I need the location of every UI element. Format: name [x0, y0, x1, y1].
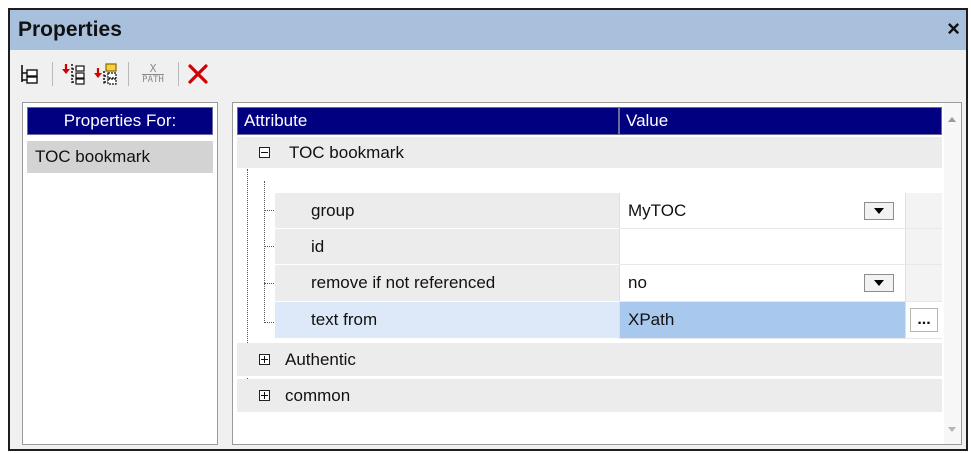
- title-bar: Properties ×: [10, 10, 966, 50]
- group-cell: common: [237, 379, 942, 413]
- group-label: common: [285, 385, 351, 405]
- property-row[interactable]: remove if not referenced no: [237, 265, 942, 302]
- xpath-icon[interactable]: X PATH: [134, 60, 172, 88]
- toolbar: X PATH: [10, 50, 966, 98]
- properties-window: Properties × X PATH Properties For: TOC …: [8, 8, 968, 451]
- scroll-down-icon[interactable]: [948, 427, 956, 432]
- group-label: Authentic: [285, 349, 356, 369]
- attribute-name: group: [311, 200, 355, 220]
- group-cell: Authentic: [237, 343, 942, 377]
- attribute-name: text from: [311, 310, 378, 329]
- delete-icon[interactable]: [184, 60, 212, 88]
- attribute-name: remove if not referenced: [311, 273, 496, 292]
- value-button-cell: ...: [905, 302, 942, 339]
- insert-node-before-icon[interactable]: [58, 60, 88, 88]
- attribute-cell: text from: [275, 302, 619, 339]
- attribute-value: no: [628, 273, 647, 292]
- value-cell[interactable]: XPath: [619, 302, 905, 339]
- attribute-grid: Attribute Value TOC bookmark group MyTOC: [232, 102, 962, 445]
- close-icon[interactable]: ×: [947, 18, 960, 40]
- column-header-value[interactable]: Value: [619, 107, 942, 135]
- properties-for-panel: Properties For: TOC bookmark: [22, 102, 218, 445]
- scroll-up-icon[interactable]: [948, 117, 956, 122]
- attribute-value: MyTOC: [628, 200, 687, 220]
- vertical-scrollbar[interactable]: [944, 103, 961, 444]
- xpath-icon-path: PATH: [142, 73, 164, 85]
- value-cell[interactable]: MyTOC: [619, 193, 905, 229]
- toolbar-separator: [52, 62, 53, 86]
- pane-splitter[interactable]: [218, 102, 232, 445]
- value-button-cell: [905, 229, 942, 265]
- expand-icon[interactable]: [259, 354, 270, 365]
- value-cell[interactable]: no: [619, 265, 905, 302]
- value-button-cell: [905, 193, 942, 229]
- attribute-cell: remove if not referenced: [275, 265, 619, 302]
- collapse-icon[interactable]: [259, 147, 270, 158]
- attribute-cell: id: [275, 229, 619, 265]
- ellipsis-button[interactable]: ...: [910, 308, 938, 332]
- xpath-icon-x: X: [149, 61, 157, 75]
- property-row-selected[interactable]: text from XPath ...: [237, 302, 942, 339]
- dropdown-arrow-icon[interactable]: [864, 202, 894, 220]
- window-title: Properties: [18, 18, 122, 41]
- dropdown-arrow-icon[interactable]: [864, 274, 894, 292]
- toolbar-separator: [178, 62, 179, 86]
- toolbar-separator: [128, 62, 129, 86]
- value-button-cell: [905, 265, 942, 302]
- properties-for-header: Properties For:: [27, 107, 213, 135]
- expand-icon[interactable]: [259, 390, 270, 401]
- group-label: TOC bookmark: [289, 142, 404, 162]
- attribute-value: XPath: [628, 310, 675, 329]
- attribute-name: id: [311, 236, 325, 256]
- group-row-authentic: Authentic: [237, 343, 942, 377]
- property-row[interactable]: id: [237, 229, 942, 265]
- group-cell: TOC bookmark: [237, 137, 942, 169]
- properties-for-item[interactable]: TOC bookmark: [27, 141, 213, 173]
- column-header-attribute[interactable]: Attribute: [237, 107, 619, 135]
- value-cell[interactable]: [619, 229, 905, 265]
- attribute-cell: group: [275, 193, 619, 229]
- group-row-common: common: [237, 379, 942, 413]
- append-node-after-icon[interactable]: [90, 60, 120, 88]
- group-row-toc-bookmark: TOC bookmark: [237, 137, 942, 169]
- add-child-node-icon[interactable]: [16, 60, 42, 88]
- property-row[interactable]: group MyTOC: [237, 193, 942, 229]
